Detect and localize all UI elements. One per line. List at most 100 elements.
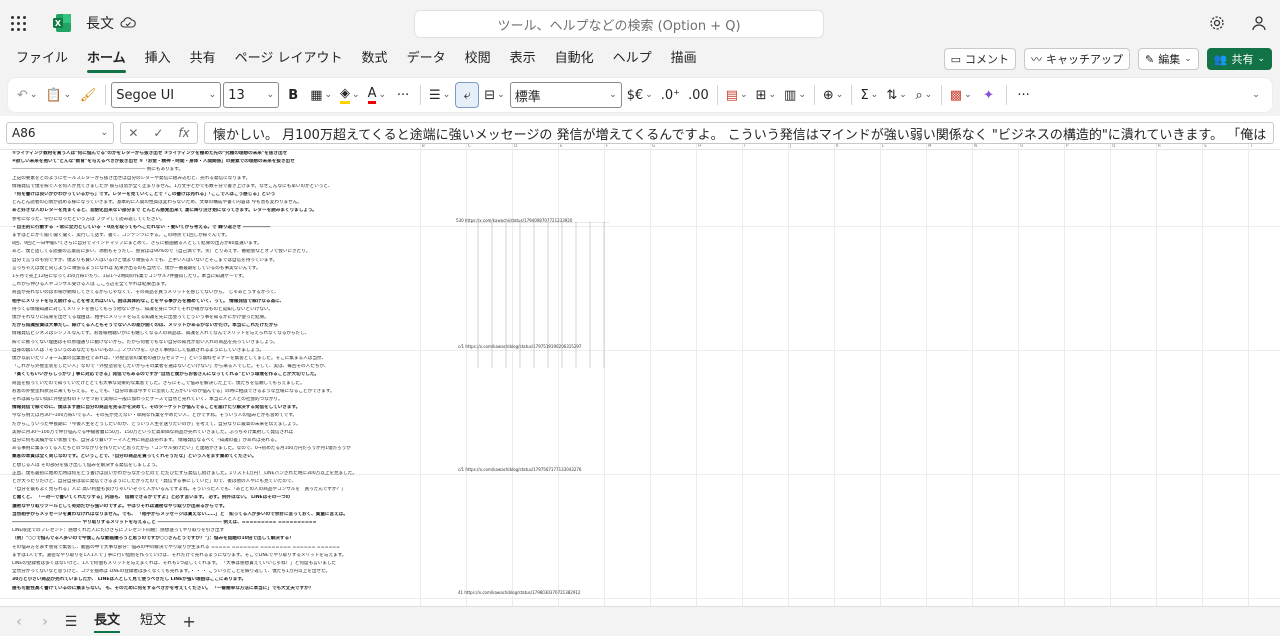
column-header-e[interactable]: E [560, 144, 563, 148]
increase-decimal-button[interactable]: .0⁺ [658, 82, 683, 108]
tab-data[interactable]: データ [399, 46, 454, 74]
app-launcher-button[interactable] [0, 0, 36, 46]
column-header-t[interactable]: T [1250, 144, 1252, 148]
add-ins-button[interactable]: ▩ ⌄ [947, 82, 975, 108]
link-cell-4[interactable]: 41 https://x.com/kawachiblog/status/1798… [458, 590, 580, 595]
sheet-tab-short[interactable]: 短文 [132, 607, 174, 637]
add-sheet-icon[interactable]: + [178, 612, 200, 631]
column-header-h[interactable]: H [698, 144, 701, 148]
decrease-decimal-button[interactable]: .00 [685, 82, 712, 108]
grid-line [650, 144, 651, 606]
find-button[interactable]: ⌕ ⌄ [912, 82, 936, 108]
align-button[interactable]: ☰ ⌄ [426, 82, 453, 108]
column-header-j[interactable]: J [790, 144, 791, 148]
font-color-button[interactable]: A ⌄ [365, 82, 389, 108]
column-header-k[interactable]: K [836, 144, 839, 148]
row-line [0, 598, 1280, 599]
collapse-ribbon-button[interactable]: ⌄ [1244, 82, 1268, 108]
chevron-left-icon[interactable]: ‹ [8, 614, 30, 630]
column-header-d[interactable]: D [514, 144, 517, 148]
all-sheets-menu-icon[interactable]: ☰ [60, 614, 82, 630]
wrap-text-button[interactable]: ⤶ [455, 82, 480, 108]
check-icon[interactable]: ✓ [153, 126, 163, 140]
column-header-b[interactable]: B [422, 144, 425, 148]
tab-review[interactable]: 校閲 [457, 46, 499, 74]
copilot-button[interactable]: ✦ [977, 82, 1001, 108]
column-header-s[interactable]: S [1204, 144, 1207, 148]
settings-button[interactable] [1196, 15, 1238, 31]
tab-help[interactable]: ヘルプ [605, 46, 660, 74]
cell-text-line: あと、僕と話してる読書の言葉前に多い、添削もそうだし、感覚ほぼ90%ので（自己満… [12, 249, 311, 255]
chevron-right-icon[interactable]: › [34, 614, 56, 630]
sigma-icon: Σ [860, 87, 869, 103]
column-header-g[interactable]: G [652, 144, 655, 148]
editing-mode-button[interactable]: ✎ 編集 ⌄ [1137, 48, 1199, 70]
people-icon: 👥 [1213, 52, 1228, 66]
insert-function-button[interactable]: fx [178, 126, 189, 140]
cloud-saved-icon[interactable] [120, 15, 136, 31]
grid-line [1064, 144, 1065, 606]
account-button[interactable] [1238, 15, 1280, 31]
format-painter-button[interactable]: 🖌 [76, 82, 100, 108]
merge-icon: ⊟ [484, 87, 496, 103]
currency-button[interactable]: $€ ⌄ [624, 82, 656, 108]
conditional-format-button[interactable]: ▤ ⌄ [723, 82, 751, 108]
cell-text-line: それは知らない間に外壁塗料のトリセツ形で実際に一般に加わったケースで自然と売れて… [12, 397, 283, 402]
column-header-q[interactable]: Q [1112, 144, 1115, 148]
excel-logo-icon[interactable]: X [52, 13, 72, 33]
cell-text-line: 実際に月30〜100万で伸び悩んでる中級者層に50万、150万といった高単価な商… [12, 429, 294, 435]
font-size-select[interactable]: 13 ⌄ [223, 82, 280, 108]
cell-styles-button[interactable]: ▥ ⌄ [781, 82, 809, 108]
tab-page-layout[interactable]: ページ レイアウト [227, 46, 351, 74]
column-header-l[interactable]: L [882, 144, 884, 148]
undo-button[interactable]: ↶ ⌄ [14, 82, 40, 108]
tab-home[interactable]: ホーム [79, 46, 134, 74]
column-header-f[interactable]: F [606, 144, 608, 148]
merge-cells-button[interactable]: ⊟ ⌄ [481, 82, 507, 108]
chevron-down-icon: ⌄ [740, 90, 748, 100]
borders-button[interactable]: ▦ ⌄ [307, 82, 335, 108]
cell-text-line: とか大ったりだけど、自分自身は常に発信できるようにしたかったので「発信する事にし… [12, 479, 296, 484]
formula-input[interactable]: 懐かしい。 月100万超えてくると途端に強いメッセージの 発信が増えてくるんです… [204, 122, 1274, 144]
autosum-button[interactable]: Σ ⌄ [857, 82, 881, 108]
catchup-button[interactable]: 〰 キャッチアップ [1023, 48, 1130, 70]
cell-text-line: ――――――――――――――― やり取りするメリットを与えること ―――――――… [12, 520, 317, 525]
sheet-tab-long[interactable]: 長文 [86, 607, 128, 637]
insert-cells-button[interactable]: ⊕ ⌄ [820, 82, 846, 108]
more-options-button[interactable]: ··· [1012, 82, 1036, 108]
column-header-c[interactable]: C [468, 144, 471, 148]
font-name-select[interactable]: Segoe UI ⌄ [111, 82, 222, 108]
sort-filter-button[interactable]: ⇅ ⌄ [883, 82, 909, 108]
share-button[interactable]: 👥 共有 ⌄ [1206, 48, 1272, 70]
tab-view[interactable]: 表示 [502, 46, 544, 74]
bold-button[interactable]: B [281, 82, 305, 108]
cell-text-line: 自身の無い人は「そういうのあなたでもいいもの…」ノウハウを、小さく事例にして拡散… [12, 347, 265, 353]
paste-button[interactable]: 📋 ⌄ [42, 82, 74, 108]
column-header-r[interactable]: R [1158, 144, 1161, 148]
bold-icon: B [288, 87, 299, 103]
column-header-i[interactable]: I [744, 144, 745, 148]
worksheet-grid[interactable]: BCDEFGHIJKLMNOPQRSTU ②ライティング教材を買う人は"何に悩ん… [0, 144, 1280, 606]
tab-formulas[interactable]: 数式 [354, 46, 396, 74]
column-header-p[interactable]: P [1066, 144, 1068, 148]
cancel-icon[interactable]: ✕ [128, 126, 138, 140]
cell-text-line: ②ライティング教材を買う人は"何に悩んでる"のかをレターから抜き出せ ③ライティ… [12, 151, 288, 156]
name-box[interactable]: A86 ⌄ [6, 122, 114, 144]
tab-file[interactable]: ファイル [8, 46, 76, 74]
column-header-n[interactable]: N [974, 144, 977, 148]
search-box[interactable]: ツール、ヘルプなどの検索 (Option + Q) [414, 10, 824, 38]
tab-automate[interactable]: 自動化 [547, 46, 602, 74]
tab-insert[interactable]: 挿入 [137, 46, 179, 74]
number-format-select[interactable]: 標準 ⌄ [509, 82, 622, 108]
comments-button[interactable]: ▭ コメント [943, 48, 1016, 70]
tab-share[interactable]: 共有 [182, 46, 224, 74]
link-cell-3[interactable]: c/1 https://x.com/kawachiblog/status/179… [458, 467, 581, 472]
fill-color-button[interactable]: ◈ ⌄ [337, 82, 363, 108]
column-header-o[interactable]: O [1020, 144, 1023, 148]
format-as-table-button[interactable]: ⊞ ⌄ [753, 82, 779, 108]
document-title[interactable]: 長文 [86, 13, 114, 33]
tab-draw[interactable]: 描画 [663, 46, 705, 74]
chevron-down-icon: ⌄ [266, 90, 275, 100]
more-font-options-button[interactable]: ··· [391, 82, 415, 108]
column-header-m[interactable]: M [928, 144, 931, 148]
